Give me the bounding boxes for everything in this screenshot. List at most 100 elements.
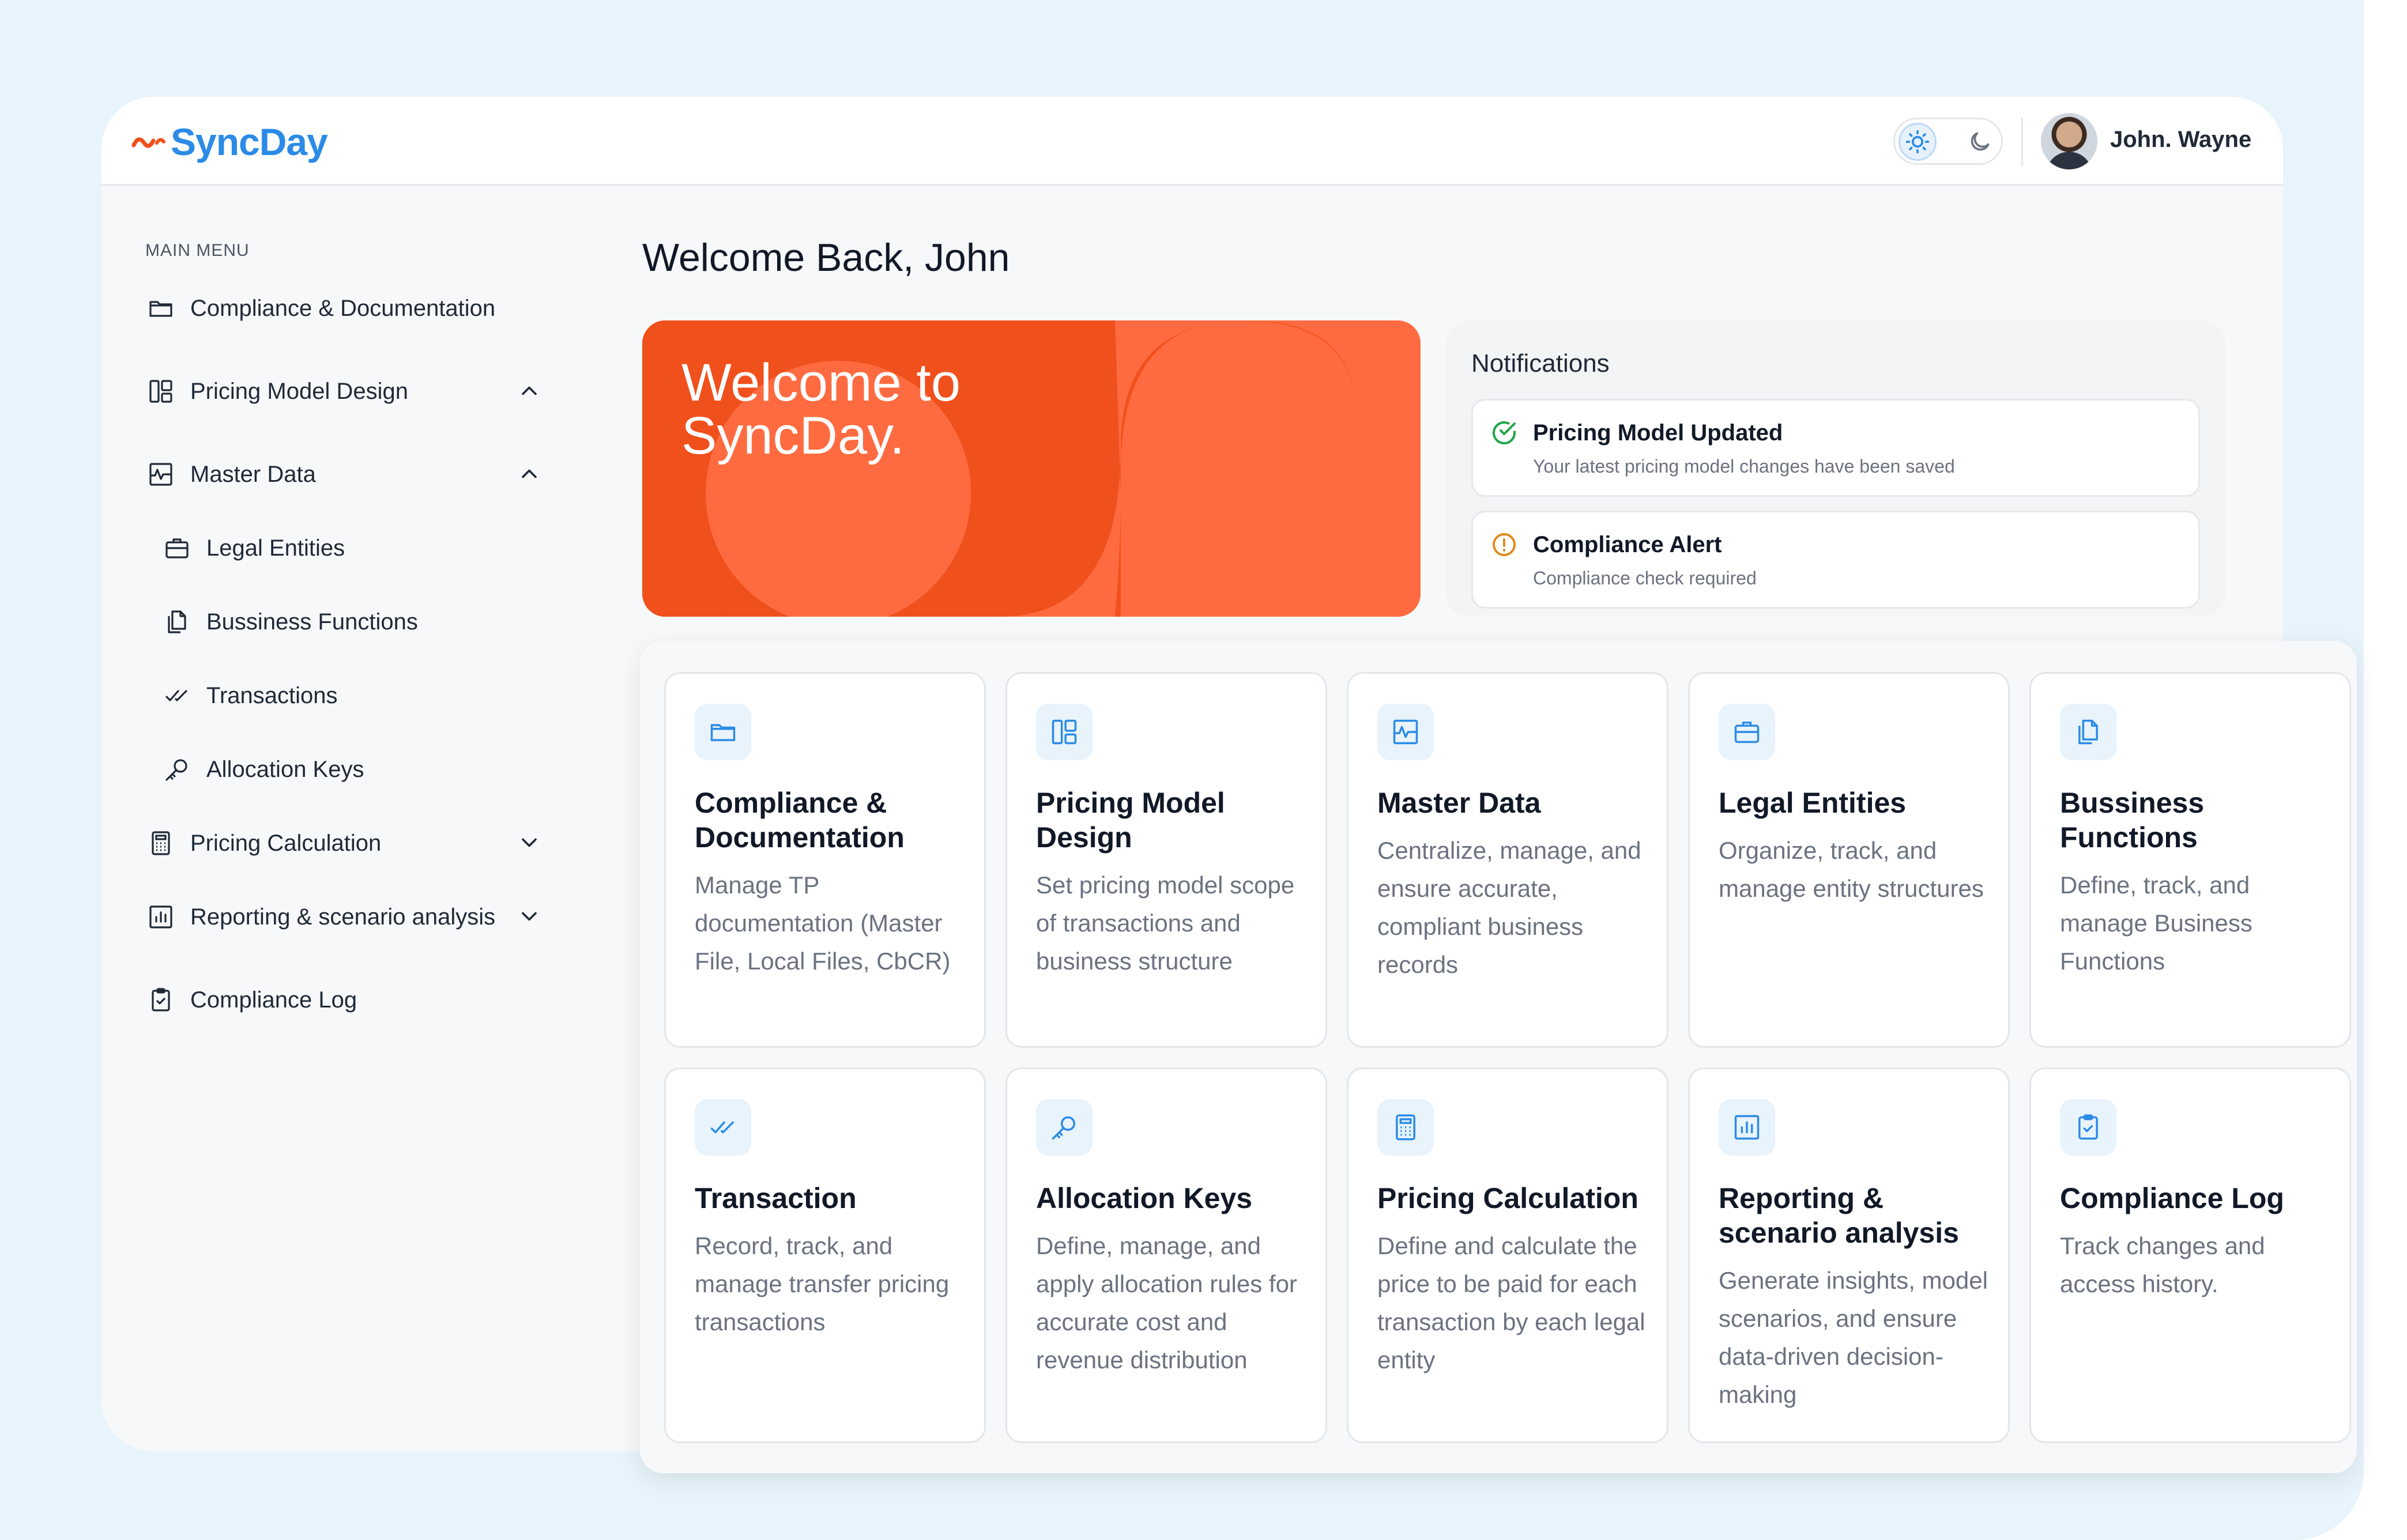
page-title: Welcome Back, John: [642, 236, 1010, 280]
sidebar-item-label: Allocation Keys: [206, 756, 364, 782]
card-title: Master Data: [1377, 787, 1541, 819]
sidebar-item-label: Bussiness Functions: [206, 609, 418, 635]
sidebar-item-reporting-scenario-analysis[interactable]: Reporting & scenario analysis: [145, 901, 495, 933]
key-icon: [161, 754, 193, 785]
sidebar-item-compliance-log[interactable]: Compliance Log: [145, 984, 357, 1016]
sidebar-item-legal-entities[interactable]: Legal Entities: [161, 533, 345, 564]
header-divider: [2021, 118, 2023, 166]
clipboard-check-icon: [145, 984, 176, 1016]
sidebar-item-bussiness-functions[interactable]: Bussiness Functions: [161, 606, 418, 637]
module-card-pricing-model-design[interactable]: Pricing Model Design Set pricing model s…: [1005, 672, 1327, 1048]
user-name[interactable]: John. Wayne: [2110, 127, 2251, 153]
card-description: Track changes and access history.: [2060, 1232, 2265, 1297]
card-description: Set pricing model scope of transactions …: [1036, 871, 1295, 975]
sidebar-item-label: Pricing Calculation: [190, 830, 382, 856]
chevron-up-icon[interactable]: [517, 378, 542, 403]
sidebar-item-allocation-keys[interactable]: Allocation Keys: [161, 754, 364, 785]
notification-item[interactable]: Pricing Model Updated Your latest pricin…: [1471, 399, 2200, 497]
sidebar-item-label: Transactions: [206, 682, 338, 708]
folder-icon: [145, 293, 176, 324]
notification-item[interactable]: Compliance Alert Compliance check requir…: [1471, 511, 2200, 609]
sidebar-item-label: Compliance Log: [190, 987, 357, 1013]
bar-chart-icon: [1719, 1099, 1775, 1156]
card-title: Pricing Model Design: [1036, 787, 1225, 854]
module-card-compliance-documentation[interactable]: Compliance & Documentation Manage TP doc…: [664, 672, 986, 1048]
double-check-icon: [161, 680, 193, 711]
avatar[interactable]: [2041, 113, 2097, 169]
sidebar-item-pricing-model-design[interactable]: Pricing Model Design: [145, 376, 408, 407]
moon-icon: [1971, 132, 1990, 151]
notification-title: Compliance Alert: [1533, 532, 1722, 557]
calculator-icon: [1377, 1099, 1434, 1156]
activity-chart-icon: [145, 459, 176, 490]
sidebar-item-compliance-documentation[interactable]: Compliance & Documentation: [145, 293, 495, 324]
sidebar-item-label: Pricing Model Design: [190, 378, 408, 404]
notification-desc: Compliance check required: [1533, 568, 1757, 588]
clipboard-check-icon: [2060, 1099, 2116, 1156]
module-card-pricing-calculation[interactable]: Pricing Calculation Define and calculate…: [1347, 1067, 1668, 1443]
folder-icon: [695, 704, 751, 760]
bar-chart-icon: [145, 901, 176, 933]
calculator-icon: [145, 828, 176, 859]
light-mode-button[interactable]: [1899, 123, 1937, 161]
sidebar-item-pricing-calculation[interactable]: Pricing Calculation: [145, 828, 381, 859]
sun-icon: [1905, 130, 1930, 154]
chevron-up-icon[interactable]: [517, 461, 542, 486]
notification-title: Pricing Model Updated: [1533, 420, 1783, 446]
module-card-master-data[interactable]: Master Data Centralize, manage, and ensu…: [1347, 672, 1668, 1048]
double-check-icon: [695, 1099, 751, 1156]
key-icon: [1036, 1099, 1093, 1156]
modules-grid-panel: Compliance & Documentation Manage TP doc…: [640, 641, 2357, 1473]
banner-title-line2: SyncDay.: [681, 406, 905, 465]
sidebar-item-master-data[interactable]: Master Data: [145, 459, 316, 490]
dark-mode-button[interactable]: [1961, 123, 1999, 161]
top-header: SyncDay John. Wayne: [101, 97, 2283, 186]
module-card-legal-entities[interactable]: Legal Entities Organize, track, and mana…: [1688, 672, 2010, 1048]
notifications-panel: Notifications Pricing Model Updated Your…: [1446, 320, 2225, 617]
card-title: Pricing Calculation: [1377, 1182, 1638, 1214]
layout-icon: [1036, 704, 1093, 760]
layout-icon: [145, 376, 176, 407]
card-title: Legal Entities: [1719, 787, 1907, 819]
chevron-down-icon[interactable]: [517, 904, 542, 929]
documents-icon: [2060, 704, 2116, 760]
theme-toggle[interactable]: [1893, 118, 2003, 165]
card-title: Bussiness Functions: [2060, 787, 2205, 854]
module-card-allocation-keys[interactable]: Allocation Keys Define, manage, and appl…: [1005, 1067, 1327, 1443]
banner-title-line1: Welcome to: [681, 353, 961, 412]
notification-desc: Your latest pricing model changes have b…: [1533, 456, 1955, 477]
briefcase-icon: [1719, 704, 1775, 760]
documents-icon: [161, 606, 193, 637]
card-description: Generate insights, model scenarios, and …: [1719, 1267, 1988, 1408]
notifications-heading: Notifications: [1471, 349, 1610, 378]
main-menu-label: MAIN MENU: [145, 241, 250, 260]
card-description: Define, manage, and apply allocation rul…: [1036, 1232, 1297, 1373]
logo-mark-icon: [131, 137, 165, 148]
card-title: Reporting & scenario analysis: [1719, 1182, 1959, 1249]
check-circle-icon: [1493, 421, 1516, 444]
card-description: Manage TP documentation (Master File, Lo…: [695, 871, 951, 975]
logo[interactable]: SyncDay: [131, 118, 328, 166]
module-card-transaction[interactable]: Transaction Record, track, and manage tr…: [664, 1067, 986, 1443]
sidebar-item-label: Reporting & scenario analysis: [190, 904, 496, 930]
card-description: Record, track, and manage transfer prici…: [695, 1232, 950, 1335]
briefcase-icon: [161, 533, 193, 564]
module-card-reporting-scenario-analysis[interactable]: Reporting & scenario analysis Generate i…: [1688, 1067, 2010, 1443]
card-description: Define, track, and manage Business Funct…: [2060, 871, 2252, 975]
card-title: Compliance & Documentation: [695, 787, 905, 854]
card-title: Transaction: [695, 1182, 857, 1214]
logo-text: SyncDay: [171, 120, 328, 163]
banner-title: Welcome to SyncDay.: [681, 356, 960, 462]
sidebar: MAIN MENU Compliance & Documentation Pri…: [101, 186, 590, 1451]
activity-chart-icon: [1377, 704, 1434, 760]
module-card-compliance-log[interactable]: Compliance Log Track changes and access …: [2029, 1067, 2351, 1443]
sidebar-item-label: Legal Entities: [206, 535, 345, 561]
module-card-bussiness-functions[interactable]: Bussiness Functions Define, track, and m…: [2029, 672, 2351, 1048]
sidebar-item-transactions[interactable]: Transactions: [161, 680, 338, 711]
card-description: Define and calculate the price to be pai…: [1377, 1232, 1645, 1373]
sidebar-item-label: Master Data: [190, 461, 316, 487]
card-title: Compliance Log: [2060, 1182, 2284, 1214]
chevron-down-icon[interactable]: [517, 830, 542, 855]
alert-circle-icon: [1493, 533, 1516, 556]
sidebar-item-label: Compliance & Documentation: [190, 295, 496, 321]
